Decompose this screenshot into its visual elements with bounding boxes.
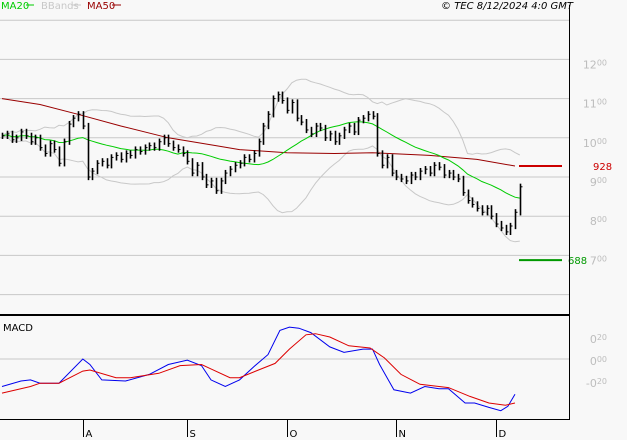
x-axis: ASOND [83, 420, 507, 440]
x-tick-label: O [290, 429, 298, 440]
x-tick-label: S [190, 429, 196, 440]
resistance-level-label: 928 [593, 162, 612, 173]
price-tick-label: 1200 [583, 58, 607, 71]
ma50-line [1, 98, 516, 167]
moving-averages [1, 98, 520, 199]
bollinger-bands [1, 78, 521, 243]
x-tick-label: D [499, 429, 507, 440]
macd-tick-label: -020 [586, 377, 607, 390]
macd-line [1, 326, 516, 412]
legend-ma50: MA50 [87, 1, 115, 12]
bollinger-lower-line [1, 135, 520, 243]
legend: MA20 BBands MA50 © TEC 8/12/2024 4:0 GMT [1, 1, 574, 12]
price-tick-label: 900 [590, 176, 607, 189]
macd-panel: MACD 020 000 -020 [0, 323, 607, 412]
price-tick-label: 800 [590, 215, 607, 228]
bollinger-upper-line [1, 78, 521, 156]
support-level-label: 688 [568, 256, 587, 267]
copyright-timestamp: © TEC 8/12/2024 4:0 GMT [441, 1, 574, 12]
macd-tick-label: 000 [590, 355, 607, 368]
price-tick-label: 1000 [583, 137, 607, 150]
macd-title: MACD [3, 323, 33, 334]
legend-ma20: MA20 [1, 1, 29, 12]
x-tick-label: N [399, 429, 406, 440]
x-tick-label: A [86, 429, 93, 440]
signal-line [1, 333, 516, 406]
macd-tick-label: 020 [590, 333, 607, 346]
price-tick-label: 1100 [583, 98, 607, 111]
price-grid [0, 19, 569, 296]
ma20-line [1, 121, 520, 199]
stock-chart: MA20 BBands MA50 © TEC 8/12/2024 4:0 GMT… [0, 1, 612, 440]
legend-bbands: BBands [41, 1, 79, 12]
price-tick-label: 700 [590, 254, 607, 267]
